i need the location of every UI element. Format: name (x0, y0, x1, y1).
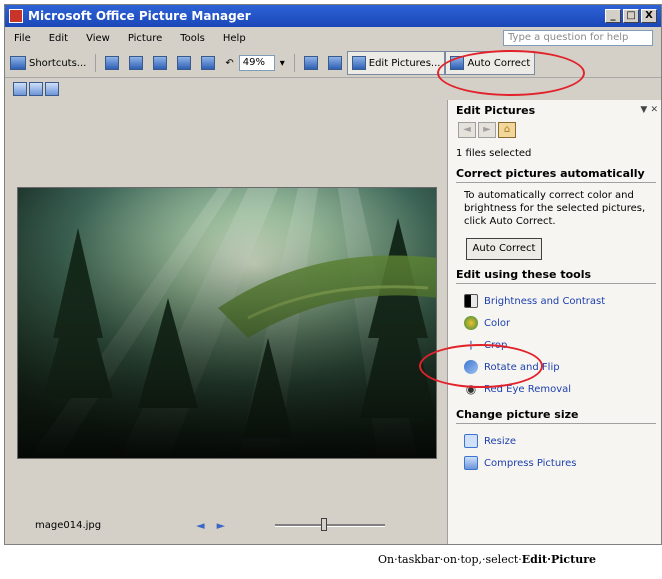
brightness-icon (464, 294, 478, 308)
thumbnail-view-icon[interactable] (13, 82, 27, 96)
rotate-flip-label: Rotate and Flip (484, 361, 560, 373)
menu-tools[interactable]: Tools (171, 33, 214, 44)
rotate-right-icon (327, 56, 342, 70)
zoom-dropdown-button[interactable]: ▾ (275, 51, 290, 75)
chevron-down-icon: ▾ (279, 57, 285, 69)
file-name: mage014.jpg (35, 519, 102, 531)
back-icon[interactable]: ◄ (458, 122, 476, 138)
previous-picture-icon[interactable]: ◄ (196, 519, 204, 532)
color-icon (464, 316, 478, 330)
minimize-button[interactable]: _ (605, 9, 621, 23)
instruction-bold: Edit·Picture (521, 553, 596, 566)
eye-icon: ◉ (465, 382, 477, 396)
title-bar[interactable]: Microsoft Office Picture Manager _ □ X (5, 5, 661, 27)
edit-tools-heading: Edit using these tools (456, 268, 656, 284)
rotate-left-icon (303, 56, 318, 70)
shortcuts-icon (10, 56, 26, 70)
status-bar: mage014.jpg ◄ ► (5, 511, 443, 539)
toolbar: Shortcuts... ↶ 49% ▾ Edit Pictures... Au… (5, 49, 661, 78)
auto-correct-icon (450, 56, 465, 70)
forest-photo-image (18, 188, 436, 458)
instruction-prefix: On·taskbar·on·top,·select· (378, 553, 522, 566)
copy-button[interactable] (172, 51, 196, 75)
auto-correct-toolbar-button[interactable]: Auto Correct (445, 51, 536, 75)
email-button[interactable] (148, 51, 172, 75)
print-icon (129, 56, 144, 70)
rotate-icon (464, 360, 478, 374)
toolbar-separator (95, 54, 97, 72)
single-picture-view-icon[interactable] (45, 82, 59, 96)
auto-correct-button[interactable]: Auto Correct (466, 238, 542, 260)
menu-bar: File Edit View Picture Tools Help Type a… (5, 27, 661, 49)
task-pane-title: Edit Pictures (456, 103, 536, 117)
menu-edit[interactable]: Edit (40, 33, 77, 44)
save-icon (105, 56, 120, 70)
save-button[interactable] (100, 51, 124, 75)
window-title: Microsoft Office Picture Manager (28, 9, 251, 23)
crop-link[interactable]: ⊹ Crop (464, 334, 656, 356)
task-pane-nav: ◄ ► ⌂ (458, 122, 661, 138)
picture-manager-window: Microsoft Office Picture Manager _ □ X F… (4, 4, 662, 545)
resize-icon (464, 434, 478, 448)
forest-photo[interactable] (17, 187, 437, 459)
task-pane-menu-icon[interactable]: ▼ ✕ (640, 105, 658, 115)
view-mode-bar (5, 78, 443, 100)
zoom-slider-track (275, 524, 386, 527)
change-size-heading: Change picture size (456, 408, 656, 424)
correct-automatically-heading: Correct pictures automatically (456, 167, 656, 183)
menu-picture[interactable]: Picture (119, 33, 171, 44)
maximize-button[interactable]: □ (623, 9, 639, 23)
zoom-combobox[interactable]: 49% (238, 55, 275, 71)
filmstrip-view-icon[interactable] (29, 82, 43, 96)
red-eye-label: Red Eye Removal (484, 383, 572, 395)
compress-icon (464, 456, 478, 470)
copy-icon (177, 56, 192, 70)
menu-file[interactable]: File (5, 33, 40, 44)
menu-view[interactable]: View (77, 33, 119, 44)
document-page-area: On·taskbar·on·top,·select·Edit·Picture (0, 545, 662, 579)
shortcuts-label: Shortcuts... (29, 57, 87, 69)
rotate-left-button[interactable] (299, 51, 323, 75)
help-search-input[interactable]: Type a question for help (503, 30, 653, 46)
edit-pictures-label: Edit Pictures... (368, 57, 441, 69)
next-picture-icon[interactable]: ► (217, 519, 225, 532)
files-selected-text: 1 files selected (456, 148, 532, 159)
brightness-contrast-label: Brightness and Contrast (484, 295, 606, 307)
zoom-slider-thumb[interactable] (321, 518, 328, 531)
color-link[interactable]: Color (464, 312, 656, 334)
paste-icon (201, 56, 216, 70)
edit-pictures-task-pane: Edit Pictures ▼ ✕ ◄ ► ⌂ 1 files selected… (447, 100, 661, 544)
shortcuts-button[interactable]: Shortcuts... (5, 51, 91, 75)
email-icon (153, 56, 168, 70)
red-eye-link[interactable]: ◉ Red Eye Removal (464, 378, 656, 400)
toolbar-separator (293, 54, 295, 72)
menu-help[interactable]: Help (214, 33, 255, 44)
auto-correct-description: To automatically correct color and brigh… (464, 190, 646, 227)
brightness-contrast-link[interactable]: Brightness and Contrast (464, 290, 656, 312)
auto-correct-toolbar-label: Auto Correct (467, 57, 531, 69)
paste-button[interactable] (196, 51, 220, 75)
print-button[interactable] (124, 51, 148, 75)
compress-pictures-label: Compress Pictures (484, 457, 577, 469)
app-icon (9, 9, 23, 23)
crop-label: Crop (484, 339, 508, 351)
rotate-right-button[interactable] (323, 51, 347, 75)
resize-link[interactable]: Resize (464, 430, 656, 452)
undo-icon: ↶ (225, 57, 234, 69)
close-button[interactable]: X (641, 9, 657, 23)
rotate-flip-link[interactable]: Rotate and Flip (464, 356, 656, 378)
instruction-text: On·taskbar·on·top,·select·Edit·Picture (378, 553, 596, 566)
forward-icon[interactable]: ► (478, 122, 496, 138)
edit-pictures-button[interactable]: Edit Pictures... (346, 51, 446, 75)
resize-label: Resize (484, 435, 517, 447)
color-label: Color (484, 317, 511, 329)
undo-button[interactable]: ↶ (220, 51, 238, 75)
edit-pictures-icon (351, 56, 366, 70)
compress-pictures-link[interactable]: Compress Pictures (464, 452, 656, 474)
task-pane-header: Edit Pictures ▼ ✕ (448, 100, 661, 120)
crop-icon: ⊹ (465, 338, 477, 352)
home-icon[interactable]: ⌂ (498, 122, 516, 138)
picture-canvas (5, 100, 443, 511)
zoom-slider[interactable] (275, 518, 386, 532)
